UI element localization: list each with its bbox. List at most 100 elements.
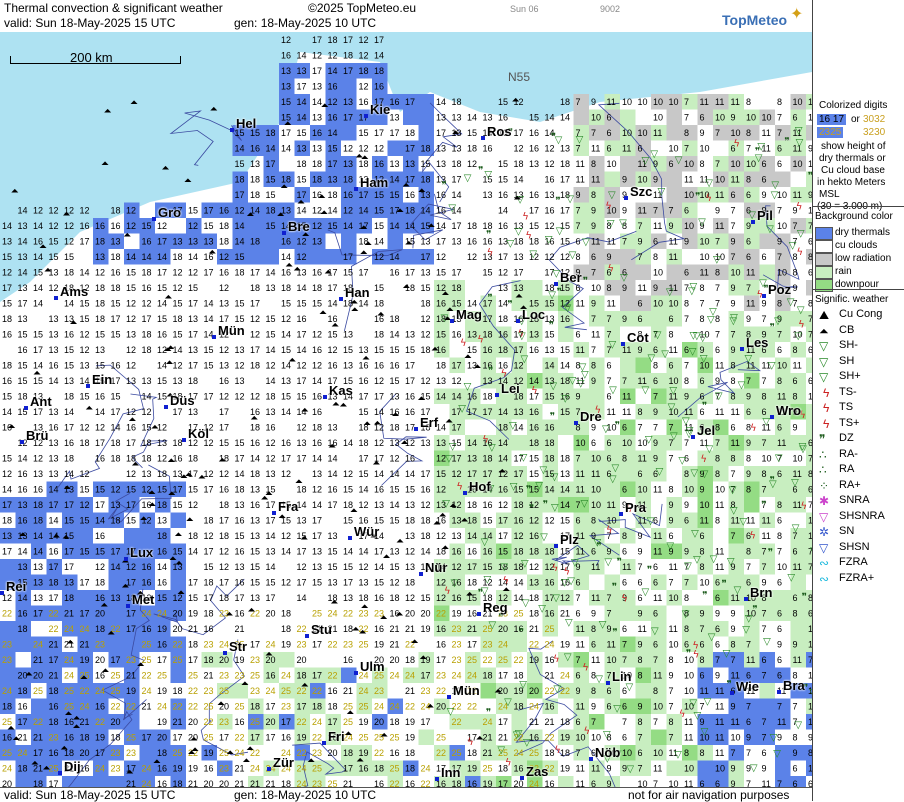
svg-text:12: 12: [328, 51, 338, 61]
svg-text:ϟ: ϟ: [606, 525, 613, 536]
svg-text:21: 21: [529, 624, 539, 634]
svg-text:16: 16: [18, 345, 28, 355]
city-label: Dre: [580, 409, 602, 424]
svg-text:9: 9: [762, 764, 767, 774]
svg-text:23: 23: [204, 686, 214, 696]
svg-text:14: 14: [111, 423, 121, 433]
svg-text:22: 22: [390, 779, 400, 787]
svg-text:9: 9: [591, 702, 596, 712]
svg-text:16: 16: [281, 237, 291, 247]
svg-text:13: 13: [173, 376, 183, 386]
svg-text:8: 8: [731, 376, 736, 386]
svg-text:12: 12: [2, 268, 12, 278]
svg-text:⏶: ⏶: [151, 422, 159, 433]
svg-text:9: 9: [669, 500, 674, 510]
svg-text:⏶: ⏶: [265, 488, 273, 499]
svg-text:15: 15: [250, 578, 260, 588]
svg-text:17: 17: [421, 469, 431, 479]
svg-text:8: 8: [684, 299, 689, 309]
svg-text:⏶: ⏶: [502, 585, 510, 596]
svg-text:16: 16: [529, 407, 539, 417]
svg-text:14: 14: [266, 144, 276, 154]
svg-text:13: 13: [312, 82, 322, 92]
svg-text:16: 16: [49, 547, 59, 557]
svg-text:18: 18: [49, 578, 59, 588]
svg-text:10: 10: [684, 686, 694, 696]
topmeteo-logo: TopMeteo: [722, 12, 788, 28]
svg-text:12: 12: [219, 562, 229, 572]
svg-text:24: 24: [95, 686, 105, 696]
svg-text:19: 19: [405, 733, 415, 743]
svg-text:18: 18: [467, 748, 477, 758]
svg-text:17: 17: [235, 593, 245, 603]
svg-text:❞: ❞: [770, 322, 775, 333]
svg-text:▽: ▽: [691, 528, 699, 539]
svg-text:10: 10: [653, 299, 663, 309]
svg-text:❞: ❞: [612, 628, 617, 639]
svg-text:16: 16: [529, 128, 539, 138]
svg-text:8: 8: [746, 485, 751, 495]
svg-text:▽: ▽: [481, 537, 489, 548]
svg-text:18: 18: [64, 268, 74, 278]
svg-text:15: 15: [405, 345, 415, 355]
svg-text:9: 9: [731, 237, 736, 247]
svg-text:10: 10: [700, 500, 710, 510]
svg-text:16: 16: [483, 144, 493, 154]
svg-text:▽: ▽: [675, 155, 683, 166]
svg-text:14: 14: [157, 562, 167, 572]
svg-text:19: 19: [483, 779, 493, 787]
svg-text:18: 18: [95, 283, 105, 293]
svg-text:▽: ▽: [458, 404, 466, 415]
svg-text:14: 14: [390, 330, 400, 340]
svg-text:▽: ▽: [564, 652, 572, 663]
svg-text:10: 10: [700, 578, 710, 588]
svg-text:12: 12: [95, 268, 105, 278]
svg-text:⏶: ⏶: [498, 466, 506, 477]
svg-text:22: 22: [436, 748, 446, 758]
svg-text:▽: ▽: [701, 469, 709, 480]
svg-text:▽: ▽: [612, 463, 620, 474]
svg-text:13: 13: [390, 392, 400, 402]
svg-text:▽: ▽: [730, 505, 738, 516]
svg-text:⏶: ⏶: [123, 230, 131, 241]
city-marker: [323, 395, 327, 399]
svg-text:▽: ▽: [599, 619, 607, 630]
svg-text:17: 17: [250, 268, 260, 278]
svg-text:▽: ▽: [723, 649, 731, 660]
svg-text:7: 7: [576, 206, 581, 216]
svg-text:17: 17: [281, 454, 291, 464]
svg-text:22: 22: [142, 671, 152, 681]
svg-text:16: 16: [498, 190, 508, 200]
svg-text:14: 14: [18, 206, 28, 216]
svg-text:16: 16: [452, 547, 462, 557]
svg-text:⏶: ⏶: [184, 175, 192, 186]
header-bar: Thermal convection & significant weather…: [0, 0, 812, 33]
svg-text:6: 6: [638, 314, 643, 324]
svg-text:14: 14: [359, 299, 369, 309]
svg-text:18: 18: [390, 423, 400, 433]
svg-text:▽: ▽: [577, 379, 585, 390]
svg-text:19: 19: [281, 640, 291, 650]
svg-text:19: 19: [157, 686, 167, 696]
svg-text:8: 8: [684, 624, 689, 634]
svg-text:14: 14: [111, 562, 121, 572]
svg-text:15: 15: [142, 221, 152, 231]
svg-text:22: 22: [312, 686, 322, 696]
svg-text:14: 14: [64, 469, 74, 479]
svg-text:23: 23: [111, 748, 121, 758]
svg-text:22: 22: [33, 717, 43, 727]
svg-text:12: 12: [343, 144, 353, 154]
svg-text:⏶: ⏶: [513, 193, 521, 204]
svg-text:11: 11: [731, 717, 740, 727]
svg-text:❞: ❞: [487, 293, 492, 304]
svg-text:15: 15: [483, 268, 493, 278]
svg-text:23: 23: [126, 655, 136, 665]
forecast-map[interactable]: 12 17 18 17 12 17 16 14 12 12 18 12 14 13 13 17 14 17 18 18…: [0, 32, 812, 787]
svg-text:16: 16: [142, 578, 152, 588]
city-label: Ein: [92, 372, 113, 387]
svg-text:16: 16: [498, 113, 508, 123]
svg-text:16: 16: [467, 779, 477, 787]
svg-text:6: 6: [653, 578, 658, 588]
svg-text:17: 17: [204, 485, 214, 495]
svg-text:10: 10: [777, 562, 787, 572]
